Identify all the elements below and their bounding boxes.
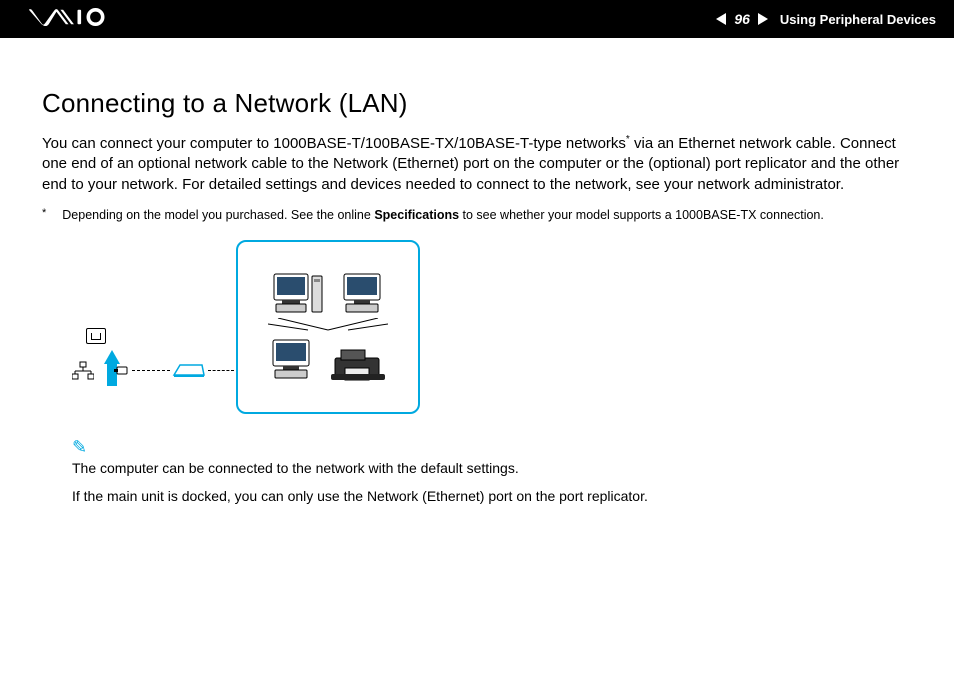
footnote-bold: Specifications	[374, 208, 459, 222]
cable-plug-icon	[114, 362, 130, 378]
page-number: 96	[734, 11, 750, 27]
desktop-monitor-icon-2	[271, 336, 313, 384]
footnote-star: *	[42, 207, 46, 223]
page-nav: 96	[716, 11, 768, 27]
network-tree-icon	[72, 361, 94, 386]
lan-diagram	[72, 237, 912, 417]
intro-paragraph: You can connect your computer to 1000BAS…	[42, 133, 912, 195]
footnote: * Depending on the model you purchased. …	[42, 207, 912, 223]
desktop-monitor-icon	[342, 270, 384, 318]
vaio-logo	[18, 8, 128, 31]
footnote-after: to see whether your model supports a 100…	[459, 208, 824, 222]
page-title: Connecting to a Network (LAN)	[42, 88, 912, 119]
next-page-icon[interactable]	[758, 13, 768, 25]
modem-icon	[172, 363, 206, 377]
page-header: 96 Using Peripheral Devices	[0, 0, 954, 38]
footnote-text: Depending on the model you purchased. Se…	[62, 207, 824, 223]
printer-icon	[331, 344, 385, 384]
note-line-1: The computer can be connected to the net…	[72, 460, 912, 476]
section-title: Using Peripheral Devices	[780, 12, 936, 27]
prev-page-icon[interactable]	[716, 13, 726, 25]
notes: ✎ The computer can be connected to the n…	[72, 437, 912, 504]
note-pen-icon: ✎	[72, 437, 912, 458]
footnote-before: Depending on the model you purchased. Se…	[62, 208, 374, 222]
desktop-pc-icon	[272, 270, 324, 318]
intro-text-a: You can connect your computer to 1000BAS…	[42, 135, 626, 152]
note-line-2: If the main unit is docked, you can only…	[72, 488, 912, 504]
dashed-cable	[132, 370, 170, 371]
lan-box	[236, 240, 420, 414]
page-content: Connecting to a Network (LAN) You can co…	[0, 38, 954, 504]
ethernet-port-icon	[86, 328, 106, 344]
dashed-cable-2	[208, 370, 234, 371]
